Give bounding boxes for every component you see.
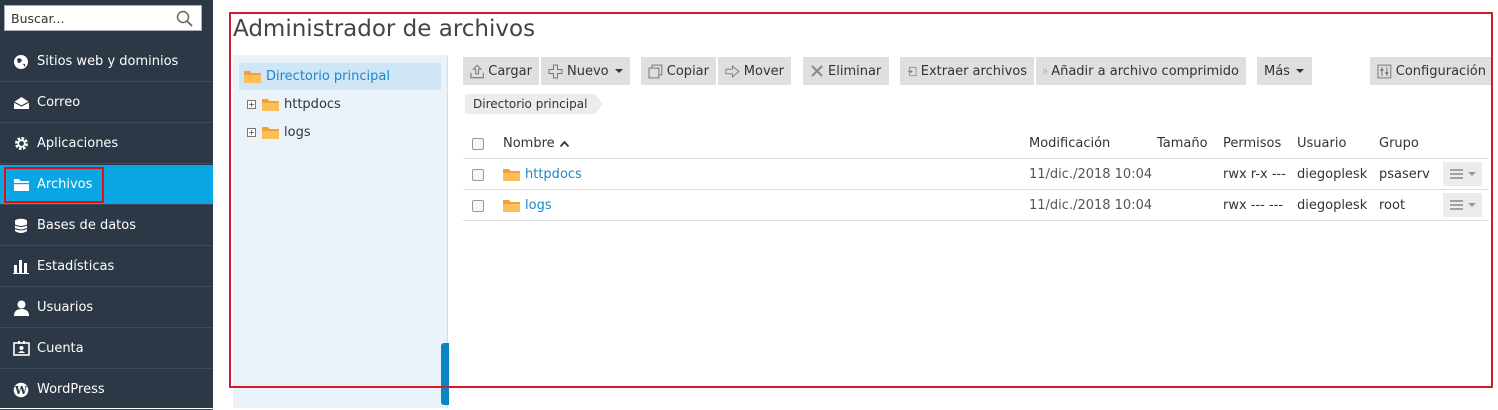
tree-item-httpdocs[interactable]: + httpdocs <box>247 97 341 112</box>
account-card-icon <box>12 340 30 358</box>
expand-icon[interactable]: + <box>247 100 256 109</box>
row-checkbox[interactable] <box>472 168 484 181</box>
sidebar-item-databases[interactable]: Bases de datos <box>0 206 213 246</box>
page-title: Administrador de archivos <box>233 16 536 42</box>
arrow-right-icon <box>725 64 740 78</box>
sidebar-item-mail[interactable]: Correo <box>0 83 213 123</box>
breadcrumb-item: Directorio principal <box>473 97 588 111</box>
add-to-archive-button[interactable]: Añadir a archivo comprimido <box>1036 57 1246 85</box>
sidebar-item-label: Correo <box>37 95 81 110</box>
table-row: httpdocs 11/dic./2018 10:04 rwx r-x --- … <box>463 159 1489 190</box>
folder-icon <box>262 99 279 111</box>
tree-item-label: logs <box>284 125 311 140</box>
sidebar-item-label: Sitios web y dominios <box>37 54 179 69</box>
extract-files-button[interactable]: Extraer archivos <box>900 57 1034 85</box>
sidebar-item-websites[interactable]: Sitios web y dominios <box>0 42 213 82</box>
plus-icon <box>548 64 563 78</box>
sidebar-item-account[interactable]: Cuenta <box>0 329 213 369</box>
column-group[interactable]: Grupo <box>1379 128 1419 159</box>
user-icon <box>12 299 30 317</box>
row-actions-menu[interactable] <box>1443 193 1482 217</box>
sidebar-item-label: Aplicaciones <box>37 136 119 151</box>
upload-button[interactable]: Cargar <box>463 57 539 85</box>
main-content: Administrador de archivos Directorio pri… <box>213 0 1498 408</box>
envelope-icon <box>12 94 30 112</box>
upload-icon <box>470 64 484 78</box>
row-checkbox[interactable] <box>472 199 484 212</box>
modified-date: 11/dic./2018 10:04 <box>1029 198 1153 213</box>
expand-icon[interactable]: + <box>247 128 256 137</box>
chevron-down-icon <box>1467 203 1476 207</box>
sidebar-item-label: Bases de datos <box>37 218 136 233</box>
toolbar: Cargar Nuevo Copiar Mover Eliminar Extra… <box>463 57 1493 85</box>
highlight-box <box>4 167 104 203</box>
owner-group: root <box>1379 198 1406 213</box>
sidebar-item-users[interactable]: Usuarios <box>0 288 213 328</box>
folder-icon <box>262 127 279 139</box>
extract-icon <box>907 66 917 76</box>
select-all-checkbox[interactable] <box>472 137 484 150</box>
folder-tree: Directorio principal + httpdocs + logs <box>233 55 448 408</box>
sidebar-item-applications[interactable]: Aplicaciones <box>0 124 213 164</box>
sidebar: Sitios web y dominios Correo Aplicacione… <box>0 0 213 410</box>
sort-up-icon <box>559 140 569 147</box>
tree-item-label: Directorio principal <box>266 69 390 84</box>
breadcrumb[interactable]: Directorio principal <box>465 94 604 114</box>
chevron-down-icon <box>614 69 623 73</box>
settings-button[interactable]: Configuración <box>1370 57 1493 85</box>
folder-icon <box>503 169 520 181</box>
sidebar-item-label: Usuarios <box>37 300 94 315</box>
permissions: rwx r-x --- <box>1223 167 1286 182</box>
move-button[interactable]: Mover <box>718 57 791 85</box>
sidebar-item-files[interactable]: Archivos <box>0 165 213 205</box>
copy-icon <box>648 64 663 78</box>
modified-date: 11/dic./2018 10:04 <box>1029 167 1153 182</box>
column-name[interactable]: Nombre <box>503 128 569 159</box>
more-button[interactable]: Más <box>1257 57 1312 85</box>
owner-user: diegoplesk <box>1297 167 1368 182</box>
tree-item-root[interactable]: Directorio principal <box>239 63 441 90</box>
menu-lines-icon <box>1449 169 1463 179</box>
delete-button[interactable]: Eliminar <box>803 57 889 85</box>
row-actions-menu[interactable] <box>1443 162 1482 186</box>
table-row: logs 11/dic./2018 10:04 rwx --- --- dieg… <box>463 190 1489 221</box>
permissions: rwx --- --- <box>1223 198 1284 213</box>
tree-item-label: httpdocs <box>284 97 341 112</box>
new-button[interactable]: Nuevo <box>541 57 630 85</box>
tree-item-logs[interactable]: + logs <box>247 125 311 140</box>
table-header: Nombre Modificación Tamaño Permisos Usua… <box>463 128 1489 159</box>
collapse-handle[interactable] <box>441 343 449 405</box>
column-size[interactable]: Tamaño <box>1157 128 1208 159</box>
search-icon[interactable] <box>176 10 193 27</box>
folder-icon <box>244 71 261 83</box>
sidebar-item-wordpress[interactable]: W WordPress <box>0 370 213 410</box>
column-modified[interactable]: Modificación <box>1029 128 1110 159</box>
database-icon <box>12 217 30 235</box>
column-permissions[interactable]: Permisos <box>1223 128 1281 159</box>
column-user[interactable]: Usuario <box>1297 128 1346 159</box>
file-name-link[interactable]: httpdocs <box>525 167 582 182</box>
delete-x-icon <box>811 65 823 77</box>
sidebar-item-label: Cuenta <box>37 341 84 356</box>
gear-icon <box>12 135 30 153</box>
copy-button[interactable]: Copiar <box>641 57 716 85</box>
folder-icon <box>503 200 520 212</box>
file-name-link[interactable]: logs <box>525 198 552 213</box>
sidebar-item-label: Estadísticas <box>37 259 115 274</box>
owner-group: psaserv <box>1379 167 1430 182</box>
chevron-down-icon <box>1467 172 1476 176</box>
sidebar-item-statistics[interactable]: Estadísticas <box>0 247 213 287</box>
search-input[interactable] <box>11 10 171 26</box>
sidebar-item-label: WordPress <box>37 382 105 397</box>
svg-text:W: W <box>14 384 28 397</box>
search-box[interactable] <box>4 5 202 31</box>
settings-sliders-icon <box>1377 64 1392 78</box>
menu-lines-icon <box>1449 200 1463 210</box>
owner-user: diegoplesk <box>1297 198 1368 213</box>
chevron-down-icon <box>1295 69 1304 73</box>
archive-icon <box>1043 69 1048 73</box>
wordpress-icon: W <box>12 381 30 399</box>
globe-icon <box>12 53 30 71</box>
bar-chart-icon <box>12 258 30 276</box>
